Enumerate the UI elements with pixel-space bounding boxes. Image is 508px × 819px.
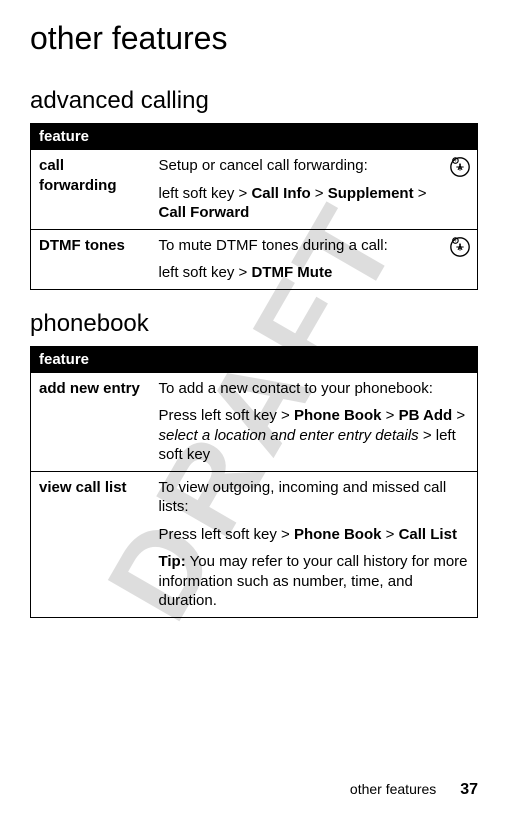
table-row: add new entry To add a new contact to yo… (31, 372, 478, 471)
table-row: view call list To view outgoing, incomin… (31, 471, 478, 617)
path-text: left soft key > (159, 264, 252, 281)
page-footer: other features 37 (350, 781, 478, 799)
footer-label: other features (350, 781, 436, 797)
table-row: DTMF tones To mute DTMF tones during a c… (31, 229, 478, 289)
table-header-row: feature (31, 346, 478, 372)
path-menu: PB Add (399, 407, 453, 424)
feature-name: view call list (31, 471, 151, 617)
feature-icon-cell: + Å (449, 229, 478, 289)
table-header: feature (31, 124, 478, 150)
tip-label: Tip: (159, 553, 186, 570)
path-text: left soft key > (159, 185, 252, 202)
page-title: other features (30, 20, 478, 57)
footer-page-number: 37 (460, 781, 478, 798)
feature-path: Press left soft key > Phone Book > PB Ad… (159, 406, 470, 465)
path-menu: Call List (399, 526, 457, 543)
owner-icon: + Å (449, 236, 471, 258)
path-sep: > (381, 407, 398, 424)
svg-text:Å: Å (457, 163, 463, 172)
feature-name: DTMF tones (31, 229, 151, 289)
path-menu: Call Info (251, 185, 310, 202)
table-header: feature (31, 346, 478, 372)
feature-name: call forwarding (31, 150, 151, 230)
feature-tip: Tip: You may refer to your call history … (159, 552, 470, 611)
tip-text: You may refer to your call history for m… (159, 553, 468, 609)
path-sep: > (381, 526, 398, 543)
table-header-row: feature (31, 124, 478, 150)
path-sep: > (311, 185, 328, 202)
path-menu: DTMF Mute (251, 264, 332, 281)
feature-intro: To mute DTMF tones during a call: (159, 236, 442, 256)
feature-desc: To view outgoing, incoming and missed ca… (151, 471, 478, 617)
phonebook-table: feature add new entry To add a new conta… (30, 346, 478, 618)
table-row: call forwarding Setup or cancel call for… (31, 150, 478, 230)
path-menu: Supplement (328, 185, 414, 202)
advanced-calling-table: feature call forwarding Setup or cancel … (30, 123, 478, 290)
path-menu: Call Forward (159, 204, 250, 221)
feature-intro: To view outgoing, incoming and missed ca… (159, 478, 470, 517)
section-heading-advanced-calling: advanced calling (30, 87, 478, 115)
feature-path: left soft key > DTMF Mute (159, 263, 442, 283)
path-sep: > (452, 407, 465, 424)
path-text: Press left soft key > (159, 526, 294, 543)
feature-path: left soft key > Call Info > Supplement >… (159, 184, 442, 223)
feature-intro: To add a new contact to your phonebook: (159, 379, 470, 399)
owner-icon: + Å (449, 156, 471, 178)
feature-path: Press left soft key > Phone Book > Call … (159, 525, 470, 545)
feature-desc: To add a new contact to your phonebook: … (151, 372, 478, 471)
section-heading-phonebook: phonebook (30, 310, 478, 338)
feature-intro: Setup or cancel call forwarding: (159, 156, 442, 176)
feature-desc: Setup or cancel call forwarding: left so… (151, 150, 450, 230)
feature-desc: To mute DTMF tones during a call: left s… (151, 229, 450, 289)
svg-text:Å: Å (457, 242, 463, 251)
path-menu: Phone Book (294, 407, 382, 424)
path-sep: > (414, 185, 427, 202)
path-italic: select a location and enter entry detail… (159, 427, 419, 444)
feature-icon-cell: + Å (449, 150, 478, 230)
feature-name: add new entry (31, 372, 151, 471)
page-content: other features advanced calling feature … (30, 20, 478, 618)
path-menu: Phone Book (294, 526, 382, 543)
path-text: Press left soft key > (159, 407, 294, 424)
